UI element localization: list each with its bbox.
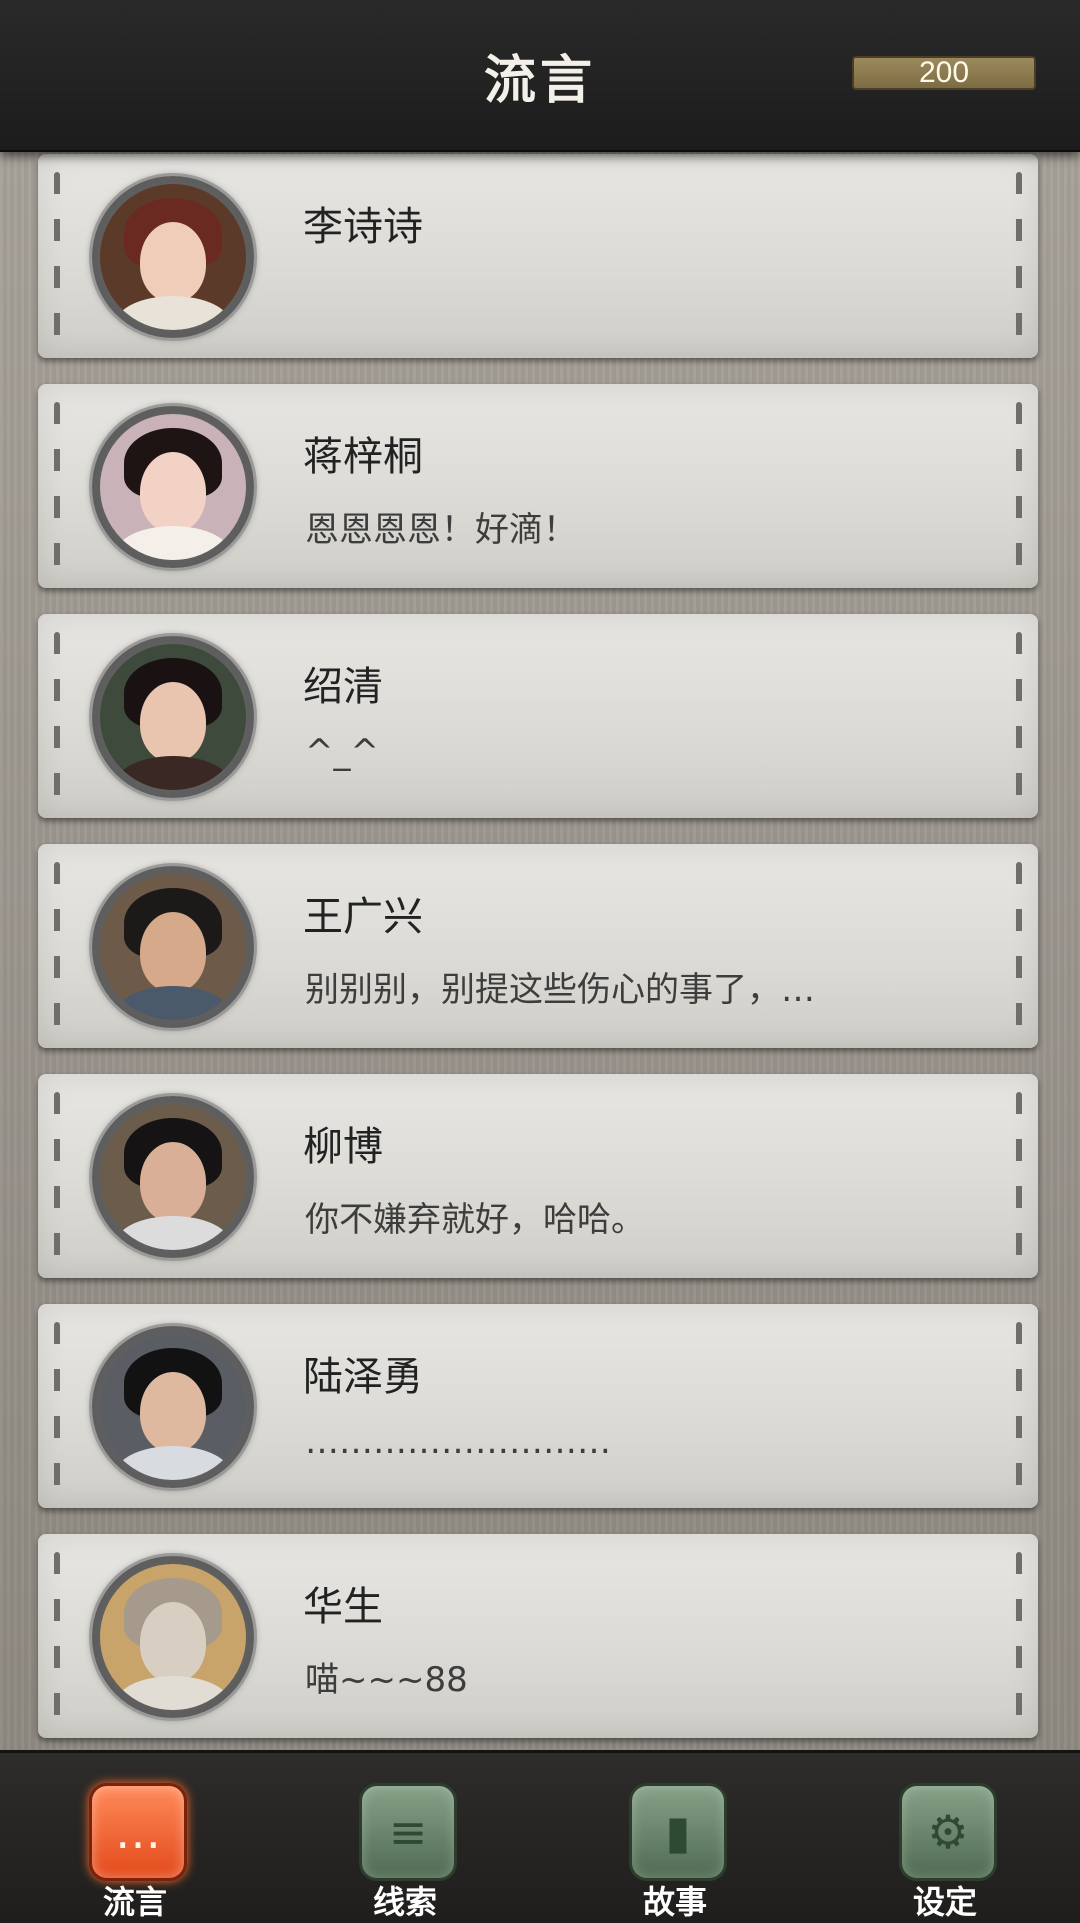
avatar [92, 176, 254, 338]
gear-icon: ⚙ [899, 1783, 997, 1881]
paper-icon: ≡ [359, 1783, 457, 1881]
contact-name: 华生 [303, 1584, 383, 1630]
stitch-decoration [1016, 172, 1022, 340]
contact-name: 蒋梓桐 [303, 434, 423, 480]
book-icon: ▮ [629, 1783, 727, 1881]
tab-label: 线索 [372, 1883, 437, 1921]
tab-story[interactable]: ▮ 故事 [540, 1753, 810, 1923]
stitch-decoration [54, 1552, 60, 1720]
contact-name: 柳博 [303, 1124, 383, 1170]
contact-last-message: 别别别，别提这些伤心的事了，… [305, 970, 815, 1010]
stitch-decoration [54, 172, 60, 340]
tab-clues[interactable]: ≡ 线索 [270, 1753, 540, 1923]
contact-card[interactable]: 蒋梓桐 恩恩恩恩！好滴！ [38, 384, 1038, 588]
avatar [92, 1326, 254, 1488]
contact-last-message: 恩恩恩恩！好滴！ [305, 510, 577, 550]
stitch-decoration [1016, 402, 1022, 570]
avatar [92, 406, 254, 568]
avatar [92, 866, 254, 1028]
contact-card[interactable]: 王广兴 别别别，别提这些伤心的事了，… [38, 844, 1038, 1048]
stitch-decoration [54, 1322, 60, 1490]
contact-last-message: 你不嫌弃就好，哈哈。 [305, 1200, 645, 1240]
avatar [92, 636, 254, 798]
tab-label: 流言 [102, 1883, 167, 1921]
tab-settings[interactable]: ⚙ 设定 [810, 1753, 1080, 1923]
contact-name: 王广兴 [303, 894, 423, 940]
stitch-decoration [54, 1092, 60, 1260]
stitch-decoration [1016, 1552, 1022, 1720]
stitch-decoration [54, 402, 60, 570]
contact-last-message: 喵~~~88 [305, 1660, 468, 1700]
contact-name: 李诗诗 [303, 204, 423, 250]
tab-rumors[interactable]: … 流言 [0, 1753, 270, 1923]
coin-counter: 200 [852, 56, 1036, 90]
avatar [92, 1556, 254, 1718]
contact-card[interactable]: 绍清 ^_^ [38, 614, 1038, 818]
chat-bubble-icon: … [89, 1783, 187, 1881]
stitch-decoration [54, 862, 60, 1030]
tab-label: 设定 [912, 1883, 977, 1921]
contact-card[interactable]: 柳博 你不嫌弃就好，哈哈。 [38, 1074, 1038, 1278]
stitch-decoration [1016, 862, 1022, 1030]
contact-card[interactable]: 华生 喵~~~88 [38, 1534, 1038, 1738]
contact-name: 陆泽勇 [303, 1354, 423, 1400]
contact-name: 绍清 [303, 664, 383, 710]
contact-last-message: ^_^ [305, 732, 379, 772]
tab-label: 故事 [642, 1883, 707, 1921]
avatar [92, 1096, 254, 1258]
contact-last-message: ……………………… [305, 1422, 611, 1462]
contact-card[interactable]: 李诗诗 [38, 154, 1038, 358]
bottom-tab-bar: … 流言 ≡ 线索 ▮ 故事 ⚙ 设定 [0, 1750, 1080, 1923]
stitch-decoration [1016, 1092, 1022, 1260]
stitch-decoration [1016, 632, 1022, 800]
stitch-decoration [54, 632, 60, 800]
stitch-decoration [1016, 1322, 1022, 1490]
top-bar: 流言 200 [0, 0, 1080, 152]
contact-card[interactable]: 陆泽勇 ……………………… [38, 1304, 1038, 1508]
contact-list: 李诗诗 蒋梓桐 恩恩恩恩！好滴！ 绍清 ^_^ 王广兴 别别别，别提这些伤心的事… [0, 150, 1080, 1750]
